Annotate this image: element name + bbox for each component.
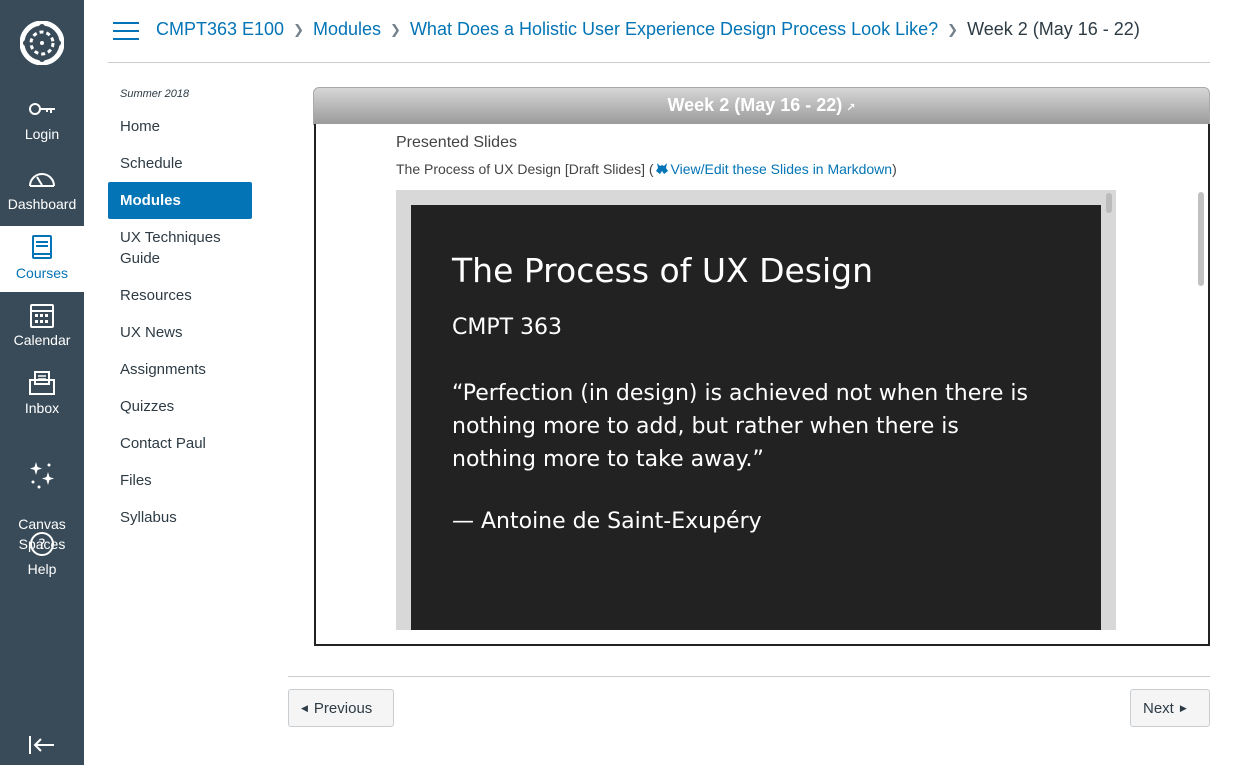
course-nav-files[interactable]: Files: [108, 470, 252, 491]
view-edit-slides-link[interactable]: View/Edit these Slides in Markdown: [671, 161, 893, 177]
caret-right-icon: ▶: [1179, 702, 1187, 713]
global-nav-label: Dashboard: [7, 196, 77, 212]
frame-title-bar: Week 2 (May 16 - 22) ↗: [313, 87, 1210, 125]
slide-subtitle: CMPT 363: [452, 315, 563, 340]
chevron-right-icon: ❯: [947, 21, 959, 37]
global-nav-help[interactable]: ? Help: [0, 531, 84, 587]
frame-scrollbar[interactable]: [1198, 192, 1204, 286]
course-nav: Home Schedule Modules UX Techniques Guid…: [108, 116, 252, 544]
next-button[interactable]: Next ▶: [1130, 689, 1210, 727]
canvas-logo-icon[interactable]: [20, 21, 64, 65]
frame-title: Week 2 (May 16 - 22): [667, 95, 843, 115]
course-nav-quizzes[interactable]: Quizzes: [108, 396, 252, 417]
help-icon: ?: [30, 532, 54, 556]
caret-left-icon: ◀: [301, 702, 308, 713]
previous-label: Previous: [313, 699, 373, 717]
slide-author: — Antoine de Saint-Exupéry: [452, 509, 762, 534]
global-nav-label: Help: [27, 561, 57, 577]
github-octocat-icon: [655, 163, 668, 174]
course-nav-resources[interactable]: Resources: [108, 285, 252, 306]
svg-text:?: ?: [38, 537, 45, 553]
global-nav-label: Calendar: [13, 332, 71, 348]
courses-icon: [32, 235, 52, 259]
footer-divider: [288, 676, 1210, 677]
slide-embed[interactable]: The Process of UX Design CMPT 363 “Perfe…: [396, 190, 1116, 630]
term-label: Summer 2018: [120, 88, 190, 100]
breadcrumb: CMPT363 E100 ❯ Modules ❯ What Does a Hol…: [156, 19, 1140, 40]
sparkle-icon: [30, 462, 54, 489]
header-divider: [108, 62, 1210, 63]
global-nav-label: Inbox: [24, 400, 60, 416]
collapse-nav-icon[interactable]: [27, 733, 57, 757]
course-nav-assignments[interactable]: Assignments: [108, 359, 252, 380]
global-nav-courses[interactable]: Courses: [0, 226, 84, 292]
global-nav-label: Courses: [15, 265, 69, 281]
inbox-icon: [29, 371, 55, 395]
course-nav-ux-techniques-guide[interactable]: UX Techniques Guide: [108, 227, 252, 269]
dashboard-icon: [29, 173, 55, 187]
global-nav: Login Dashboard Courses Calendar Inbox C…: [0, 0, 84, 765]
global-nav-label: Login: [24, 126, 60, 142]
global-nav-dashboard[interactable]: Dashboard: [0, 166, 84, 222]
slide-quote: “Perfection (in design) is achieved not …: [452, 381, 1028, 472]
course-nav-modules[interactable]: Modules: [108, 182, 252, 219]
global-nav-calendar[interactable]: Calendar: [0, 302, 84, 358]
global-nav-inbox[interactable]: Inbox: [0, 370, 84, 426]
global-nav-login[interactable]: Login: [0, 96, 84, 152]
external-link-icon[interactable]: ↗: [846, 102, 855, 114]
course-nav-contact-paul[interactable]: Contact Paul: [108, 433, 252, 454]
slides-close-paren: ): [892, 161, 897, 177]
next-label: Next: [1143, 699, 1174, 717]
slides-label: The Process of UX Design [Draft Slides] …: [396, 161, 654, 177]
course-nav-ux-news[interactable]: UX News: [108, 322, 252, 343]
key-icon: [29, 103, 55, 115]
breadcrumb-modules[interactable]: Modules: [313, 19, 381, 40]
section-title: Presented Slides: [396, 134, 517, 151]
chevron-right-icon: ❯: [390, 21, 401, 37]
global-nav-canvas-spaces[interactable]: Canvas Spaces: [0, 440, 84, 552]
slides-description: The Process of UX Design [Draft Slides] …: [396, 161, 897, 177]
slide: The Process of UX Design CMPT 363 “Perfe…: [411, 205, 1101, 630]
breadcrumb-current: Week 2 (May 16 - 22): [967, 19, 1140, 39]
breadcrumb-module[interactable]: What Does a Holistic User Experience Des…: [410, 19, 938, 40]
slide-title: The Process of UX Design: [452, 251, 874, 290]
course-nav-schedule[interactable]: Schedule: [108, 153, 252, 174]
chevron-right-icon: ❯: [293, 21, 304, 37]
calendar-icon: [30, 304, 54, 328]
course-menu-toggle-icon[interactable]: [113, 22, 139, 42]
slide-scrollbar[interactable]: [1106, 193, 1112, 213]
previous-button[interactable]: ◀ Previous: [288, 689, 394, 727]
course-nav-home[interactable]: Home: [108, 116, 252, 137]
content-frame: Presented Slides The Process of UX Desig…: [314, 124, 1210, 646]
breadcrumb-course[interactable]: CMPT363 E100: [156, 19, 284, 40]
course-nav-syllabus[interactable]: Syllabus: [108, 507, 252, 528]
